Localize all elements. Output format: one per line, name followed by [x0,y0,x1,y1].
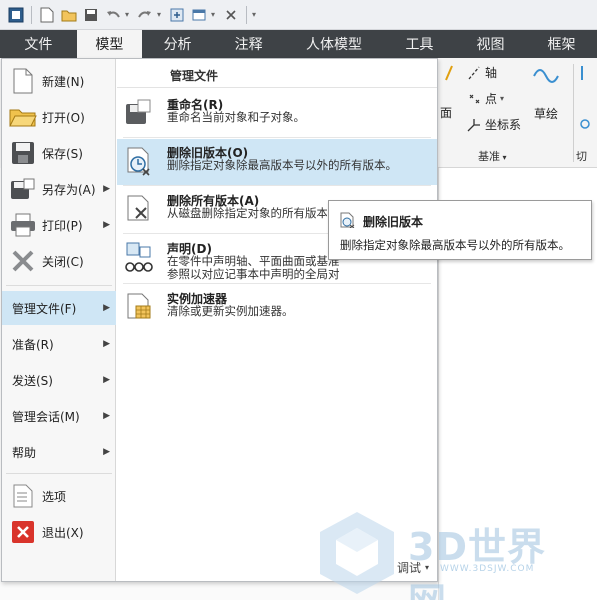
ribbon-panel: 面 轴 点 ▾ 坐标系 草绘 基准 ▾ 切口 [436,58,597,179]
menu-prepare[interactable]: 准备(R) ▶ [2,327,116,361]
menu-divider [6,473,112,474]
menu-save-as[interactable]: 另存为(A) ▶ [2,171,116,207]
submenu-title-divider [117,87,437,88]
datum-group-dropdown-icon: ▾ [500,153,507,162]
rename-icon [123,97,155,129]
tab-file[interactable]: 文件 [0,30,77,58]
submenu-delete-old-versions[interactable]: 删除旧版本(O) 删除指定对象除最高版本号以外的所有版本。 [117,139,437,185]
tooltip-title: 删除旧版本 [363,215,424,229]
tab-model[interactable]: 模型 [76,30,143,58]
surface-partial-label[interactable]: 面 [440,104,452,121]
submenu-arrow-icon: ▶ [103,184,110,194]
save-icon[interactable] [81,5,101,25]
options-icon [8,481,38,511]
redo-dropdown-icon[interactable]: ▾ [157,10,165,19]
coordinate-system-button[interactable]: 坐标系 [466,116,521,133]
ribbon-group-separator [573,64,574,162]
new-file-icon[interactable] [37,5,57,25]
menu-open[interactable]: 打开(O) [2,99,116,135]
close-icon [8,246,38,276]
window-icon[interactable] [189,5,209,25]
sketch-icon [533,69,559,83]
manage-file-submenu: 管理文件 重命名(R) 重命名当前对象和子对象。 删除旧版本(O) 删除指定对象… [117,59,437,581]
menu-send[interactable]: 发送(S) ▶ [2,363,116,397]
menu-new[interactable]: 新建(N) [2,63,116,99]
datum-group-label[interactable]: 基准 ▾ [478,148,507,164]
redo-icon[interactable] [135,5,155,25]
submenu-arrow-icon: ▶ [103,339,110,349]
tab-view[interactable]: 视图 [455,30,526,58]
toolbar-separator [246,5,247,24]
submenu-instance-accelerator[interactable]: 实例加速器 清除或更新实例加速器。 [117,285,437,331]
submenu-arrow-icon: ▶ [103,303,110,313]
exit-icon [8,517,38,547]
tab-annotate[interactable]: 注释 [213,30,284,58]
axis-button[interactable]: 轴 [466,64,497,81]
menu-manage-session[interactable]: 管理会话(M) ▶ [2,399,116,433]
axis-icon [468,66,480,79]
delete-all-versions-icon [123,193,155,225]
customize-toolbar-icon[interactable]: ▾ [252,10,260,19]
submenu-arrow-icon: ▶ [103,220,110,230]
submenu-separator [123,283,431,284]
watermark-logo-icon [320,512,394,594]
menu-save[interactable]: 保存(S) [2,135,116,171]
submenu-separator [123,137,431,138]
submenu-rename[interactable]: 重命名(R) 重命名当前对象和子对象。 [117,91,437,137]
submenu-separator [123,185,431,186]
submenu-arrow-icon: ▶ [103,411,110,421]
undo-icon[interactable] [103,5,123,25]
app-menu-icon[interactable] [6,5,26,25]
undo-dropdown-icon[interactable]: ▾ [125,10,133,19]
tab-analysis[interactable]: 分析 [142,30,213,58]
print-icon [8,210,38,240]
open-folder-icon [8,102,38,132]
menu-help[interactable]: 帮助 ▶ [2,435,116,469]
tooltip: 删除旧版本 删除指定对象除最高版本号以外的所有版本。 [328,200,592,260]
submenu-arrow-icon: ▶ [103,375,110,385]
declare-icon [123,241,155,273]
sketch-button[interactable]: 草绘 [532,64,560,122]
point-icon [469,94,480,103]
watermark: 3D世界网 WWW.3DSJW.COM [312,508,582,600]
file-menu: 新建(N) 打开(O) 保存(S) 另存为(A) ▶ 打印(P) ▶ 关闭(C)… [1,58,438,582]
menu-print[interactable]: 打印(P) ▶ [2,207,116,243]
window-dropdown-icon[interactable]: ▾ [211,10,219,19]
ribbon-tabs: 文件 模型 分析 注释 人体模型 工具 视图 框架 [0,30,597,58]
new-file-icon [8,66,38,96]
watermark-url: WWW.3DSJW.COM [440,564,535,574]
watermark-text: 3D世界网 [408,525,546,600]
tab-human-model[interactable]: 人体模型 [284,30,384,58]
delete-old-versions-icon [123,145,155,177]
tab-frame[interactable]: 框架 [526,30,597,58]
toolbar-separator [31,5,32,24]
point-dropdown-icon[interactable]: ▾ [500,94,504,103]
menu-close[interactable]: 关闭(C) [2,243,116,279]
cut-partial-icon[interactable] [579,64,595,82]
submenu-arrow-icon: ▶ [103,447,110,457]
cut-partial-icon-2[interactable] [579,116,595,132]
menu-exit[interactable]: 退出(X) [2,515,116,549]
tooltip-description: 删除指定对象除最高版本号以外的所有版本。 [340,238,570,252]
submenu-title: 管理文件 [170,69,219,83]
save-as-icon [8,174,38,204]
plane-partial-icon[interactable] [442,64,460,82]
point-button[interactable]: 点 ▾ [466,90,504,107]
file-menu-left-column: 新建(N) 打开(O) 保存(S) 另存为(A) ▶ 打印(P) ▶ 关闭(C)… [2,59,116,581]
menu-divider [6,285,112,286]
coordinate-system-icon [467,118,480,131]
instance-accelerator-icon [123,291,155,323]
menu-manage-file[interactable]: 管理文件(F) ▶ [2,291,116,325]
menu-options[interactable]: 选项 [2,479,116,513]
tab-tools[interactable]: 工具 [384,30,455,58]
open-folder-icon[interactable] [59,5,79,25]
delete-old-versions-icon [339,212,355,229]
quick-access-toolbar: ▾ ▾ ▾ ▾ [0,0,597,30]
close-window-icon[interactable] [221,5,241,25]
save-icon [8,138,38,168]
regenerate-icon[interactable] [167,5,187,25]
